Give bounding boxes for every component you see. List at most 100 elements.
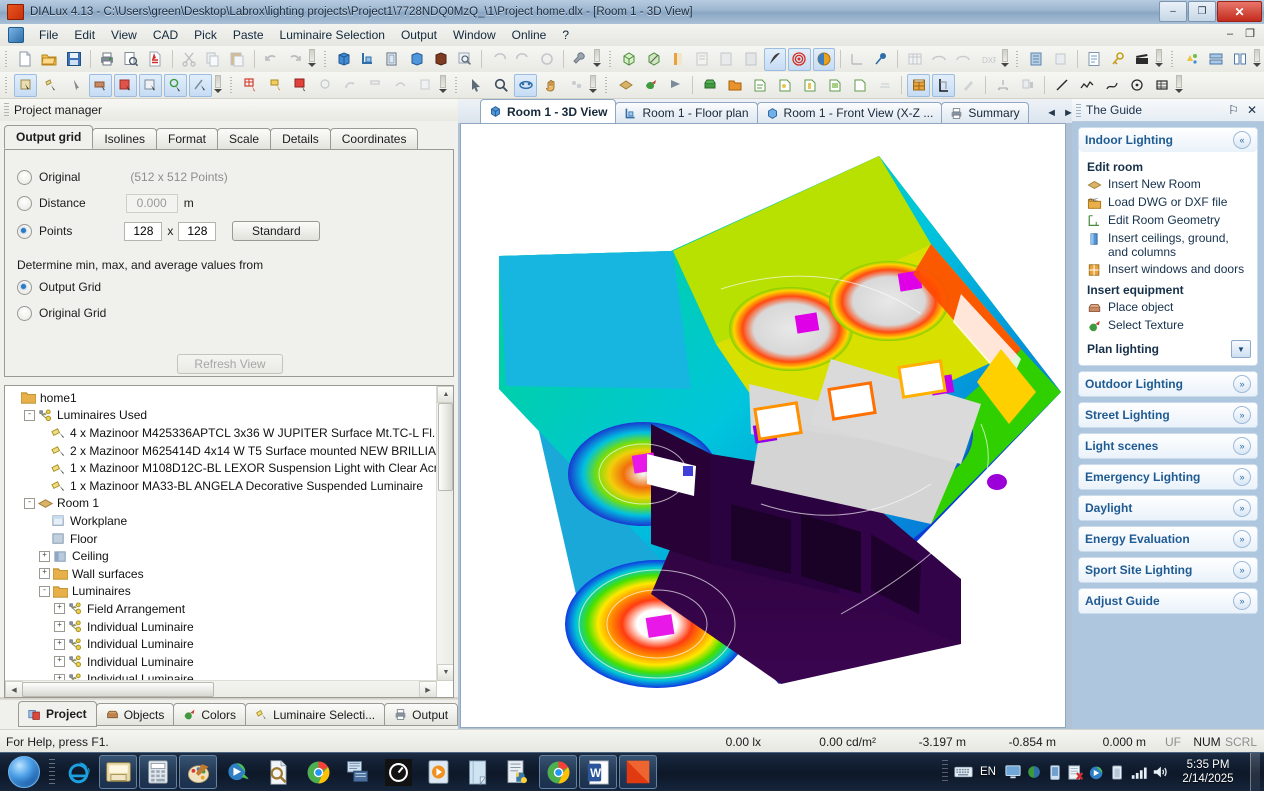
guide-section-header[interactable]: Sport Site Lighting »: [1079, 558, 1257, 582]
draw-circle-icon[interactable]: [1125, 74, 1148, 97]
chevron-down-icon[interactable]: »: [1233, 499, 1251, 517]
guide-section-header[interactable]: Daylight »: [1079, 496, 1257, 520]
guide-item-load-dwg[interactable]: DXF Load DWG or DXF file: [1087, 195, 1251, 210]
guide-item-insert-ceilings[interactable]: Insert ceilings, ground, and columns: [1087, 231, 1251, 259]
luminaire-row-icon[interactable]: [364, 74, 387, 97]
edit-geometry-icon[interactable]: [957, 74, 980, 97]
tree-row[interactable]: Workplane: [9, 512, 437, 530]
chevron-down-icon[interactable]: »: [1233, 561, 1251, 579]
toolbar-overflow-3[interactable]: [1000, 49, 1010, 70]
distance-radio[interactable]: [17, 195, 32, 211]
table-output-icon[interactable]: [903, 48, 925, 71]
guide-section-light-scenes[interactable]: Light scenes »: [1078, 433, 1258, 459]
standard-button[interactable]: Standard: [232, 221, 321, 241]
bottom-tab-luminaire-selection[interactable]: Luminaire Selecti...: [245, 703, 386, 726]
texture-view-icon[interactable]: [691, 48, 713, 71]
pan-hand-icon[interactable]: [539, 74, 562, 97]
bottom-tab-objects[interactable]: Objects: [95, 703, 175, 726]
points-radio[interactable]: [17, 223, 32, 239]
maximize-button[interactable]: ❐: [1188, 1, 1216, 22]
isolines-icon[interactable]: [788, 47, 811, 71]
taskbar-speed-meter[interactable]: [379, 755, 417, 789]
guide-plan-lighting-row[interactable]: Plan lighting ▼: [1087, 340, 1251, 358]
chevron-down-icon[interactable]: »: [1233, 530, 1251, 548]
doc-tab-3d-view[interactable]: Room 1 - 3D View: [480, 99, 617, 123]
taskbar-network-tool[interactable]: [339, 755, 377, 789]
taskbar-internet-explorer[interactable]: [59, 755, 97, 789]
chevron-down-icon[interactable]: »: [1233, 437, 1251, 455]
open-file-icon[interactable]: [38, 48, 60, 71]
guide-section-energy-evaluation[interactable]: Energy Evaluation »: [1078, 526, 1258, 552]
bottom-tab-colors[interactable]: Colors: [173, 703, 247, 726]
align-icon[interactable]: [991, 74, 1014, 97]
guide-item-insert-new-room[interactable]: Insert New Room: [1087, 177, 1251, 192]
hidden-line-icon[interactable]: [642, 48, 664, 71]
undo-icon[interactable]: [259, 48, 281, 71]
guide-item-insert-windows[interactable]: Insert windows and doors: [1087, 262, 1251, 277]
close-button[interactable]: ✕: [1217, 1, 1262, 22]
tree-expand-toggle[interactable]: +: [39, 568, 50, 580]
taskbar-clock[interactable]: 5:35 PM 2/14/2025: [1171, 758, 1245, 786]
tab-scale[interactable]: Scale: [217, 128, 272, 149]
raytrace-icon[interactable]: [763, 47, 787, 71]
tree-row[interactable]: + Field Arrangement: [9, 600, 437, 618]
media-icon[interactable]: [1087, 763, 1106, 782]
tree-vertical-thumb[interactable]: [438, 403, 453, 491]
insert-grid-icon[interactable]: [873, 74, 896, 97]
chevron-down-icon[interactable]: »: [1233, 406, 1251, 424]
tree-row[interactable]: + Individual Luminaire: [9, 653, 437, 671]
network-activity-icon[interactable]: [1024, 763, 1043, 782]
toolbar-grip-5[interactable]: [1169, 50, 1177, 68]
guide-section-street-lighting[interactable]: Street Lighting »: [1078, 402, 1258, 428]
toolbar-overflow-2[interactable]: [593, 49, 603, 70]
toolbar-grip-2[interactable]: [321, 50, 329, 68]
insert-texture-icon[interactable]: [639, 74, 662, 97]
tree-row[interactable]: - Luminaires Used: [9, 407, 437, 425]
tree-scroll-up-button[interactable]: ▲: [437, 386, 453, 403]
false-color-render-icon[interactable]: [812, 47, 835, 71]
show-desktop-button[interactable]: [1250, 753, 1260, 791]
tree-expand-toggle[interactable]: +: [39, 550, 50, 562]
calculation-start-icon[interactable]: [1049, 48, 1071, 71]
keyboard-icon[interactable]: [954, 763, 973, 782]
pick-room-icon[interactable]: [139, 73, 162, 97]
doc-tab-summary[interactable]: Summary: [941, 102, 1029, 123]
chevron-down-icon[interactable]: »: [1233, 375, 1251, 393]
colored-view-icon[interactable]: [667, 48, 689, 71]
pick-group-icon[interactable]: [164, 73, 187, 97]
guide-section-header[interactable]: Light scenes »: [1079, 434, 1257, 458]
volume-icon[interactable]: [1150, 763, 1169, 782]
perspective-view-icon[interactable]: [405, 48, 427, 71]
pick-texture-icon[interactable]: [114, 73, 137, 97]
print-preview-icon[interactable]: [120, 48, 142, 71]
tree-scroll-down-button[interactable]: ▼: [437, 664, 453, 681]
chevron-down-icon[interactable]: »: [1233, 592, 1251, 610]
taskbar-media-player-orange[interactable]: [419, 755, 457, 789]
tray-grip[interactable]: [942, 760, 949, 784]
guide-section-header[interactable]: Street Lighting »: [1079, 403, 1257, 427]
redo-icon[interactable]: [284, 48, 306, 71]
project-manager-grip[interactable]: [4, 103, 9, 117]
print-icon[interactable]: [96, 48, 118, 71]
tree-scroll-left-button[interactable]: ◀: [5, 681, 23, 697]
orbit-icon[interactable]: [514, 73, 537, 97]
toolbar-overflow-1[interactable]: [307, 49, 317, 70]
new-file-icon[interactable]: [14, 48, 36, 71]
guide-section-header[interactable]: Emergency Lighting »: [1079, 465, 1257, 489]
insert-door-icon[interactable]: [932, 73, 955, 97]
signal-icon[interactable]: [1129, 763, 1148, 782]
shadow-icon[interactable]: [740, 48, 762, 71]
draw-rect-icon[interactable]: [1150, 74, 1173, 97]
tree-row[interactable]: 4 x Mazinoor M425336APTCL 3x36 W JUPITER…: [9, 424, 437, 442]
toolbar-overflow-5[interactable]: [1252, 49, 1262, 70]
tree-collapse-toggle[interactable]: -: [24, 409, 35, 421]
tree-row[interactable]: home1: [9, 389, 437, 407]
single-luminaire-icon[interactable]: [264, 74, 287, 97]
output-grid-radio[interactable]: [17, 279, 32, 295]
guide-item-place-object[interactable]: Place object: [1087, 300, 1251, 315]
front-view-icon[interactable]: [381, 48, 403, 71]
guide-section-header[interactable]: Adjust Guide »: [1079, 589, 1257, 613]
insert-niche-icon[interactable]: [823, 74, 846, 97]
floor-plan-icon[interactable]: [357, 48, 379, 71]
toolbar-grip[interactable]: [3, 50, 10, 68]
